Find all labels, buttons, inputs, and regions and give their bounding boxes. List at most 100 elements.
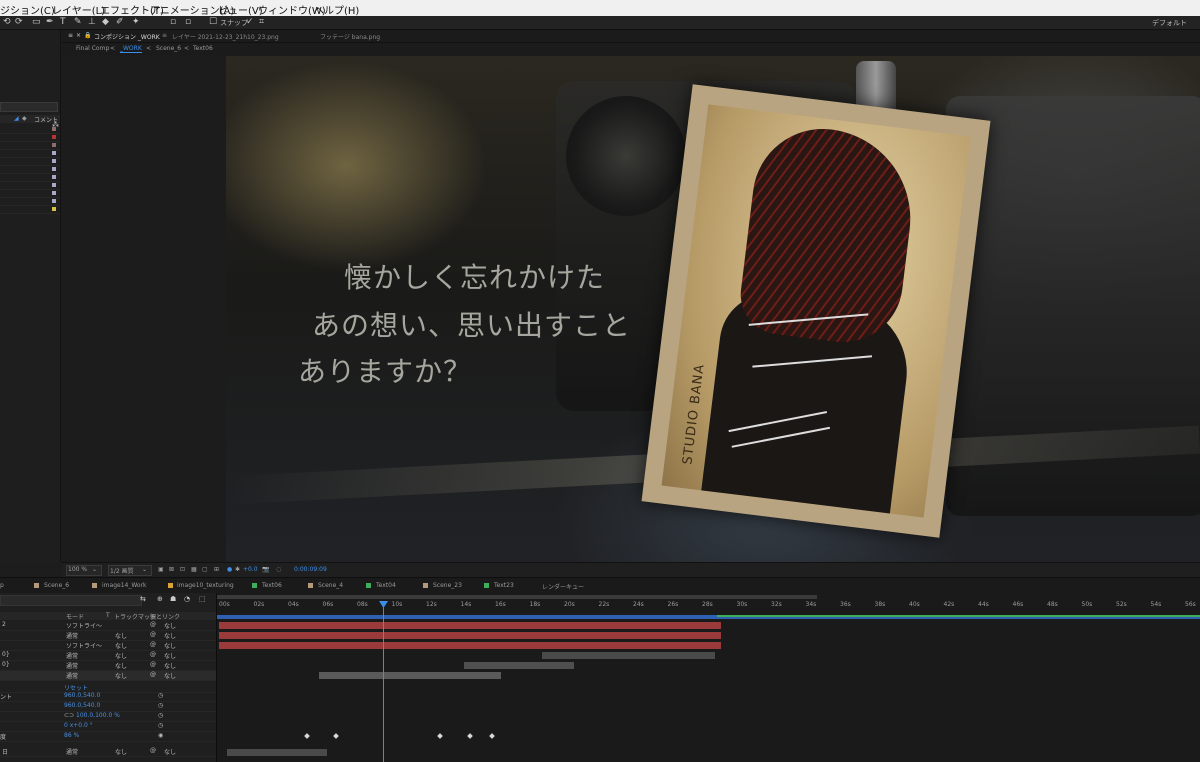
layer-bar[interactable] — [227, 749, 327, 756]
project-search-input[interactable] — [0, 102, 58, 112]
blend-mode-dropdown[interactable]: 通常 — [66, 661, 78, 670]
timeline-tab[interactable]: image14_Work — [102, 582, 147, 589]
layer-bar[interactable] — [542, 652, 715, 659]
label-column-icon[interactable]: ◢ — [14, 115, 19, 122]
align-2-icon[interactable]: ▫ — [185, 17, 191, 28]
playhead[interactable] — [383, 601, 384, 762]
tab-footage[interactable]: フッテージ bana.png — [320, 32, 380, 41]
layer-bar-selected[interactable] — [319, 672, 501, 679]
panel-menu-icon[interactable]: ≡ — [68, 32, 73, 39]
type-tool-icon[interactable]: T — [60, 17, 66, 28]
breadcrumb-item[interactable]: Text06 — [193, 45, 213, 52]
draft-3d-icon[interactable]: ⊕ — [157, 595, 163, 603]
parent-dropdown[interactable]: なし — [164, 747, 176, 756]
link-icon[interactable]: ⊂⊃ — [64, 712, 74, 719]
stopwatch-icon[interactable]: ◷ — [158, 692, 163, 699]
blend-mode-dropdown[interactable]: 通常 — [66, 651, 78, 660]
keyframe[interactable] — [489, 733, 495, 739]
tab-composition-work[interactable]: コンポジション _WORK — [94, 32, 160, 41]
breadcrumb-item[interactable]: Final Comp — [76, 45, 109, 52]
blend-mode-dropdown[interactable]: 通常 — [66, 631, 78, 640]
layer-row[interactable]: 0} 通常 なし @ なし — [0, 661, 216, 671]
breadcrumb-item-active[interactable]: _WORK — [120, 45, 142, 53]
stopwatch-icon[interactable]: ◷ — [158, 702, 163, 709]
color-management-icon[interactable]: ✱ — [235, 566, 240, 573]
layer-bar[interactable] — [219, 622, 721, 629]
parent-dropdown[interactable]: なし — [164, 671, 176, 680]
tab-layer[interactable]: レイヤー 2021-12-23_21h10_23.png — [172, 32, 279, 41]
breadcrumb-item[interactable]: Scene_6 — [156, 45, 181, 52]
timeline-tab[interactable]: Scene_6 — [44, 582, 69, 589]
tag-column-icon[interactable]: ◆ — [22, 115, 27, 122]
layer-row[interactable]: 日 通常 なし @ なし — [0, 747, 216, 757]
trackmatte-dropdown[interactable]: なし — [115, 661, 127, 670]
parent-dropdown[interactable]: なし — [164, 641, 176, 650]
exposure-value[interactable]: +0.0 — [243, 566, 258, 573]
eraser-tool-icon[interactable]: ◆ — [102, 17, 109, 28]
pickwhip-icon[interactable]: @ — [150, 747, 156, 754]
keyframe[interactable] — [304, 733, 310, 739]
pickwhip-icon[interactable]: @ — [150, 671, 156, 678]
project-row[interactable] — [0, 166, 60, 174]
channel-icon[interactable]: ▢ — [202, 566, 208, 573]
timeline-graph[interactable]: 00s 02s 04s 06s 08s 10s 12s 14s 16s 18s 20s 22s 24s 2… — [216, 593, 1200, 762]
menu-composition[interactable]: ジション(C) — [0, 2, 55, 17]
position-value[interactable]: 960.0,540.0 — [64, 702, 100, 709]
project-row[interactable] — [0, 174, 60, 182]
fit-view-icon[interactable]: ▣ — [158, 566, 164, 573]
layer-row[interactable]: 2 ソフトライ～ @ なし — [0, 621, 216, 631]
menu-layer[interactable]: レイヤー(L) — [52, 2, 105, 17]
layer-bar[interactable] — [219, 642, 721, 649]
menu-view[interactable]: ビュー(V) — [218, 2, 263, 17]
motion-blur-icon[interactable]: ◔ — [184, 595, 190, 603]
pen-tool-icon[interactable]: ✒ — [46, 17, 54, 28]
timeline-tab-render-queue[interactable]: レンダーキュー — [542, 582, 584, 591]
mask-icon[interactable]: ⊡ — [180, 566, 185, 573]
pickwhip-icon[interactable]: @ — [150, 651, 156, 658]
project-row[interactable] — [0, 182, 60, 190]
region-icon[interactable]: ▦ — [191, 566, 197, 573]
trackmatte-dropdown[interactable]: なし — [115, 747, 127, 756]
layer-row[interactable]: 通常 なし @ なし — [0, 631, 216, 641]
trackmatte-dropdown[interactable]: なし — [115, 671, 127, 680]
stopwatch-icon[interactable]: ◷ — [158, 722, 163, 729]
time-ruler[interactable]: 00s 02s 04s 06s 08s 10s 12s 14s 16s 18s 20s 22s 24s 2… — [217, 593, 1200, 611]
comp-mini-flowchart-icon[interactable]: ⇆ — [140, 595, 146, 603]
scale-value[interactable]: 100.0,100.0 % — [76, 712, 120, 719]
timeline-tab[interactable]: Scene_23 — [433, 582, 462, 589]
roto-brush-tool-icon[interactable]: ✐ — [116, 17, 124, 28]
rotation-value[interactable]: 0 x+0.0 ° — [64, 722, 93, 729]
opacity-value[interactable]: 86 % — [64, 732, 79, 739]
parent-dropdown[interactable]: なし — [164, 651, 176, 660]
pickwhip-icon[interactable]: @ — [150, 621, 156, 628]
stopwatch-icon[interactable]: ◷ — [158, 712, 163, 719]
keyframe[interactable] — [333, 733, 339, 739]
project-row[interactable] — [0, 198, 60, 206]
rectangle-tool-icon[interactable]: ▭ — [32, 17, 41, 28]
blend-mode-dropdown[interactable]: ソフトライ～ — [66, 621, 102, 630]
blend-mode-dropdown[interactable]: 通常 — [66, 747, 78, 756]
menu-help[interactable]: ヘルプ(H) — [314, 2, 359, 17]
guides-icon[interactable]: ⊞ — [214, 566, 219, 573]
show-snapshot-icon[interactable]: ◌ — [276, 566, 281, 573]
project-row[interactable] — [0, 142, 60, 150]
timeline-tab[interactable]: Text06 — [262, 582, 282, 589]
snap-option-2-icon[interactable]: ⌗ — [259, 17, 264, 28]
current-timecode[interactable]: 0:00:09:09 — [294, 566, 327, 573]
parent-dropdown[interactable]: なし — [164, 631, 176, 640]
pickwhip-icon[interactable]: @ — [150, 661, 156, 668]
lock-icon[interactable]: 🔒 — [84, 32, 91, 39]
pickwhip-icon[interactable]: @ — [150, 641, 156, 648]
layer-row[interactable]: 0} 通常 なし @ なし — [0, 651, 216, 661]
parent-dropdown[interactable]: なし — [164, 621, 176, 630]
parent-dropdown[interactable]: なし — [164, 661, 176, 670]
layer-row[interactable]: ソフトライ～ なし @ なし — [0, 641, 216, 651]
brush-tool-icon[interactable]: ✎ — [74, 17, 82, 28]
layer-row-selected[interactable]: 通常 なし @ なし — [0, 671, 216, 681]
timeline-tab[interactable]: p — [0, 582, 4, 589]
project-row[interactable] — [0, 158, 60, 166]
project-row[interactable] — [0, 190, 60, 198]
keyframe[interactable] — [437, 733, 443, 739]
blend-mode-dropdown[interactable]: ソフトライ～ — [66, 641, 102, 650]
timeline-tab[interactable]: Scene_4 — [318, 582, 343, 589]
